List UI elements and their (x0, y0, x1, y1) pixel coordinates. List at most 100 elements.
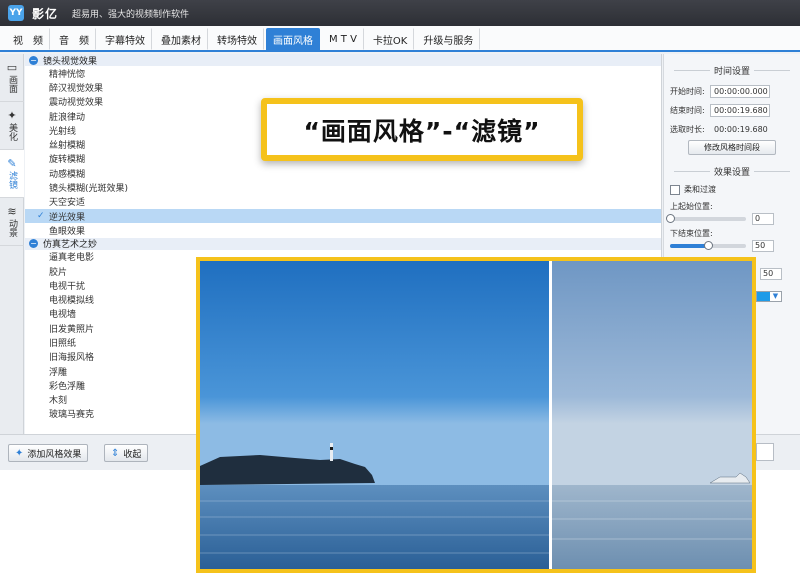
lighthouse-shape (330, 443, 333, 461)
slider-fill (670, 244, 708, 248)
effect-label: 旋转模糊 (49, 155, 86, 166)
collapse-button[interactable]: ⇕ 收起 (104, 444, 149, 462)
top-position-slider[interactable] (666, 214, 746, 223)
effect-label: 动感模糊 (49, 169, 86, 180)
tab-8[interactable]: 升级与服务 (416, 28, 481, 50)
effect-label: 旧照纸 (49, 338, 77, 349)
slider-handle[interactable] (666, 214, 675, 223)
tab-5[interactable]: 画面风格 (266, 28, 320, 50)
start-time-label: 开始时间: (670, 86, 705, 96)
end-time-label: 结束时间: (670, 105, 705, 115)
collapse-arrows-icon: ⇕ (111, 447, 120, 459)
effect-label: 精神恍惚 (49, 69, 86, 80)
group-header-art-effects[interactable]: − 仿真艺术之妙 (25, 237, 661, 251)
effect-label: 鱼眼效果 (49, 226, 86, 237)
sea-original (200, 485, 550, 569)
effect-list-item[interactable]: 天空安适 (25, 195, 661, 209)
effect-list-item[interactable]: 醉汉视觉效果 (25, 80, 661, 94)
effect-list-item[interactable]: 鱼眼效果 (25, 223, 661, 237)
app-logo-icon: YY (8, 5, 24, 21)
effect-label: 胶片 (49, 267, 68, 278)
app-name: 影亿 (32, 6, 59, 21)
frame-icon: ▭ (6, 60, 18, 74)
panel-edge-button[interactable] (756, 443, 774, 461)
callout-banner: “画面风格”-“滤镜” (261, 98, 583, 161)
color-picker[interactable]: ▼ (756, 291, 782, 302)
effect-label: 玻璃马赛克 (49, 410, 95, 421)
tab-0[interactable]: 视 频 (6, 28, 50, 50)
nav-item-label: 动景 (7, 218, 17, 237)
group-title: 镜头视觉效果 (43, 56, 98, 67)
slider-handle[interactable] (704, 241, 713, 250)
extra-value-input[interactable]: 50 (760, 268, 782, 280)
tab-3[interactable]: 叠加素材 (154, 28, 208, 50)
nav-item-motion[interactable]: ≋ 动景 (0, 198, 24, 246)
tab-2[interactable]: 字幕特效 (98, 28, 152, 50)
chevron-down-icon[interactable]: ▼ (770, 292, 781, 301)
tab-1[interactable]: 音 频 (52, 28, 96, 50)
effect-label: 电视墙 (49, 310, 77, 321)
add-style-effect-button[interactable]: ✦ 添加风格效果 (8, 444, 89, 462)
modify-style-time-button[interactable]: 修改风格时间段 (688, 140, 776, 155)
bottom-position-slider[interactable] (670, 241, 746, 250)
effect-label: 逼真老电影 (49, 253, 95, 264)
effect-label: 丝射模糊 (49, 141, 86, 152)
start-time-input[interactable]: 00:00:00.000 (710, 84, 770, 98)
effect-label: 震动视觉效果 (49, 98, 104, 109)
tab-7[interactable]: 卡拉OK (366, 28, 415, 50)
before-after-preview-image (196, 257, 756, 573)
sea-filtered (552, 485, 752, 569)
time-settings-title: 时间设置 (670, 64, 794, 77)
main-tab-bar: 视 频音 频字幕特效 叠加素材 转场特效 画面风格 M T V 卡拉OK 升级与服务 (0, 26, 800, 52)
tab-6[interactable]: M T V (322, 28, 364, 50)
motion-icon: ≋ (7, 204, 17, 218)
collapse-icon[interactable]: − (29, 55, 38, 65)
effect-label: 彩色浮雕 (49, 381, 86, 392)
end-time-input[interactable]: 00:00:19.680 (710, 103, 770, 117)
nav-item-label: 滤镜 (7, 170, 17, 189)
nav-item-frame[interactable]: ▭ 画面 (0, 54, 24, 102)
checkmark-icon: ✓ (37, 211, 45, 222)
add-style-effect-label: 添加风格效果 (27, 449, 82, 460)
app-window: YY 影亿 超易用、强大的视频制作软件 视 频音 频字幕特效 叠加素材 转场特效 画面… (0, 0, 800, 573)
callout-text: “画面风格”-“滤镜” (303, 116, 541, 146)
top-position-input[interactable]: 0 (752, 213, 774, 225)
soft-transition-checkbox[interactable] (670, 184, 680, 195)
sky-filtered (552, 261, 752, 487)
magic-wand-icon: ✦ (15, 447, 24, 459)
effect-label: 旧发黄照片 (49, 324, 95, 335)
effect-list-item[interactable]: 动感模糊 (25, 166, 661, 180)
duration-value: 00:00:19.680 (714, 124, 768, 134)
effect-label: 光射线 (49, 126, 77, 137)
left-category-nav: ▭ 画面 ✦ 美化 ✎ 滤镜 ≋ 动景 (0, 54, 24, 434)
nav-item-filter[interactable]: ✎ 滤镜 (0, 150, 24, 198)
filter-brush-icon: ✎ (7, 156, 17, 170)
effect-label: 木刻 (49, 396, 68, 407)
title-bar: YY 影亿 超易用、强大的视频制作软件 (0, 0, 800, 26)
app-slogan: 超易用、强大的视频制作软件 (72, 9, 190, 20)
seascape-illustration (200, 261, 752, 569)
group-title: 仿真艺术之妙 (43, 240, 98, 251)
group-header-lens-effects[interactable]: − 镜头视觉效果 (25, 54, 661, 67)
tab-4[interactable]: 转场特效 (210, 28, 264, 50)
collapse-icon[interactable]: − (29, 239, 38, 249)
effect-list-item[interactable]: 镜头模糊(光斑效果) (25, 180, 661, 194)
soft-transition-label: 柔和过渡 (684, 185, 716, 194)
collapse-label: 收起 (123, 449, 142, 460)
effect-label: 电视干扰 (49, 281, 86, 292)
effect-list-item[interactable]: 精神恍惚 (25, 66, 661, 80)
bottom-position-label: 下结束位置: (670, 229, 713, 238)
effect-label: 浮雕 (49, 367, 68, 378)
magic-wand-icon: ✦ (7, 108, 17, 122)
duration-label: 选取时长: (670, 124, 705, 134)
sky-original (200, 261, 550, 487)
effect-label: 天空安适 (49, 198, 86, 209)
effect-list-item[interactable]: ✓ 逆光效果 (25, 208, 661, 224)
nav-item-label: 画面 (7, 74, 17, 93)
bottom-position-input[interactable]: 50 (752, 240, 774, 252)
color-swatch (757, 292, 770, 301)
effect-label: 脏浪律动 (49, 112, 86, 123)
before-after-divider[interactable] (549, 261, 552, 569)
nav-item-label: 美化 (7, 122, 17, 141)
nav-item-beautify[interactable]: ✦ 美化 (0, 102, 24, 150)
